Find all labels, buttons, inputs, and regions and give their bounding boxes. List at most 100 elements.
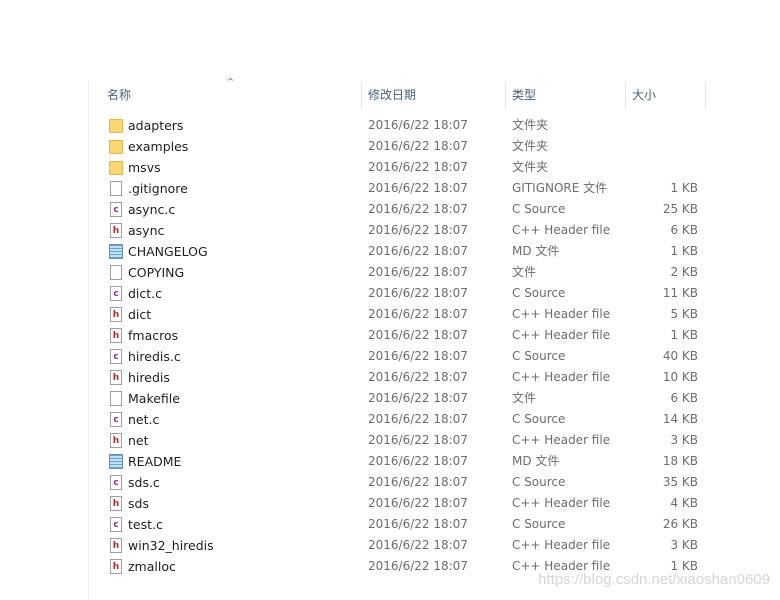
- file-type: 文件: [512, 391, 537, 405]
- file-type: C Source: [512, 517, 566, 531]
- file-row[interactable]: h net 2016/6/22 18:07 C++ Header file 3 KB: [100, 430, 710, 451]
- file-row[interactable]: h dict 2016/6/22 18:07 C++ Header file 5 KB: [100, 304, 710, 325]
- file-row[interactable]: adapters 2016/6/22 18:07 文件夹: [100, 115, 710, 136]
- file-row[interactable]: c test.c 2016/6/22 18:07 C Source 26 KB: [100, 514, 710, 535]
- header-file-icon: h: [110, 559, 122, 574]
- c-source-file-icon: c: [110, 349, 122, 364]
- file-name: msvs: [128, 160, 161, 175]
- header-file-icon: h: [110, 328, 122, 343]
- file-date: 2016/6/22 18:07: [368, 328, 468, 342]
- file-name: hiredis: [128, 370, 170, 385]
- file-size: 14 KB: [662, 412, 698, 426]
- file-date: 2016/6/22 18:07: [368, 244, 468, 258]
- file-size: 3 KB: [670, 538, 698, 552]
- file-type: 文件夹: [512, 118, 549, 132]
- file-date: 2016/6/22 18:07: [368, 496, 468, 510]
- file-row[interactable]: CHANGELOG 2016/6/22 18:07 MD 文件 1 KB: [100, 241, 710, 262]
- file-row[interactable]: h hiredis 2016/6/22 18:07 C++ Header file 10…: [100, 367, 710, 388]
- file-row[interactable]: c async.c 2016/6/22 18:07 C Source 25 KB: [100, 199, 710, 220]
- file-name: COPYING: [128, 265, 185, 280]
- file-row[interactable]: h win32_hiredis 2016/6/22 18:07 C++ Header …: [100, 535, 710, 556]
- column-header-name[interactable]: 名称: [107, 82, 131, 108]
- text-document-icon: [109, 454, 123, 469]
- column-divider[interactable]: [361, 82, 362, 108]
- file-type: C++ Header file: [512, 223, 611, 237]
- file-date: 2016/6/22 18:07: [368, 475, 468, 489]
- file-name: test.c: [128, 517, 163, 532]
- file-date: 2016/6/22 18:07: [368, 223, 468, 237]
- file-date: 2016/6/22 18:07: [368, 433, 468, 447]
- file-name: hiredis.c: [128, 349, 181, 364]
- file-row[interactable]: h fmacros 2016/6/22 18:07 C++ Header file 1 …: [100, 325, 710, 346]
- file-type: C Source: [512, 286, 566, 300]
- file-date: 2016/6/22 18:07: [368, 202, 468, 216]
- file-name: CHANGELOG: [128, 244, 208, 259]
- file-type: 文件夹: [512, 139, 549, 153]
- file-type: MD 文件: [512, 244, 560, 258]
- file-row[interactable]: c net.c 2016/6/22 18:07 C Source 14 KB: [100, 409, 710, 430]
- file-name: sds.c: [128, 475, 160, 490]
- file-type: GITIGNORE 文件: [512, 181, 608, 195]
- file-size: 4 KB: [670, 496, 698, 510]
- file-row[interactable]: COPYING 2016/6/22 18:07 文件 2 KB: [100, 262, 710, 283]
- file-size: 35 KB: [662, 475, 698, 489]
- folder-icon: [109, 161, 123, 175]
- c-source-file-icon: c: [110, 517, 122, 532]
- file-type: C++ Header file: [512, 370, 611, 384]
- file-icon: [110, 391, 122, 406]
- file-name: net: [128, 433, 149, 448]
- file-date: 2016/6/22 18:07: [368, 454, 468, 468]
- file-size: 6 KB: [670, 391, 698, 405]
- file-date: 2016/6/22 18:07: [368, 181, 468, 195]
- file-name: Makefile: [128, 391, 180, 406]
- file-row[interactable]: msvs 2016/6/22 18:07 文件夹: [100, 157, 710, 178]
- file-name: examples: [128, 139, 189, 154]
- file-type: C Source: [512, 349, 566, 363]
- file-date: 2016/6/22 18:07: [368, 370, 468, 384]
- header-file-icon: h: [110, 538, 122, 553]
- file-type: 文件夹: [512, 160, 549, 174]
- file-type: C++ Header file: [512, 496, 611, 510]
- file-row[interactable]: c dict.c 2016/6/22 18:07 C Source 11 KB: [100, 283, 710, 304]
- c-source-file-icon: c: [110, 475, 122, 490]
- file-size: 5 KB: [670, 307, 698, 321]
- sort-ascending-icon: ⌃: [226, 76, 236, 89]
- column-divider[interactable]: [625, 82, 626, 108]
- column-header-type[interactable]: 类型: [512, 82, 536, 108]
- column-header-size[interactable]: 大小: [632, 82, 656, 108]
- file-name: dict.c: [128, 286, 163, 301]
- column-divider[interactable]: [505, 82, 506, 108]
- file-type: C Source: [512, 475, 566, 489]
- header-file-icon: h: [110, 496, 122, 511]
- file-name: README: [128, 454, 182, 469]
- header-file-icon: h: [110, 223, 122, 238]
- text-document-icon: [109, 244, 123, 259]
- file-size: 2 KB: [670, 265, 698, 279]
- file-row[interactable]: .gitignore 2016/6/22 18:07 GITIGNORE 文件 1 K…: [100, 178, 710, 199]
- c-source-file-icon: c: [110, 412, 122, 427]
- file-date: 2016/6/22 18:07: [368, 139, 468, 153]
- file-row[interactable]: Makefile 2016/6/22 18:07 文件 6 KB: [100, 388, 710, 409]
- file-date: 2016/6/22 18:07: [368, 118, 468, 132]
- file-name: async: [128, 223, 165, 238]
- file-date: 2016/6/22 18:07: [368, 559, 468, 573]
- file-name: sds: [128, 496, 149, 511]
- file-size: 11 KB: [662, 286, 698, 300]
- file-row[interactable]: README 2016/6/22 18:07 MD 文件 18 KB: [100, 451, 710, 472]
- file-size: 3 KB: [670, 433, 698, 447]
- file-size: 1 KB: [670, 328, 698, 342]
- file-row[interactable]: c sds.c 2016/6/22 18:07 C Source 35 KB: [100, 472, 710, 493]
- file-row[interactable]: examples 2016/6/22 18:07 文件夹: [100, 136, 710, 157]
- file-row[interactable]: h sds 2016/6/22 18:07 C++ Header file 4 KB: [100, 493, 710, 514]
- pane-border: [88, 80, 89, 600]
- file-row[interactable]: c hiredis.c 2016/6/22 18:07 C Source 40 KB: [100, 346, 710, 367]
- file-row[interactable]: h async 2016/6/22 18:07 C++ Header file 6 KB: [100, 220, 710, 241]
- column-divider[interactable]: [705, 82, 706, 108]
- file-type: C++ Header file: [512, 307, 611, 321]
- file-size: 18 KB: [662, 454, 698, 468]
- file-name: adapters: [128, 118, 184, 133]
- file-icon: [110, 265, 122, 280]
- column-header-date[interactable]: 修改日期: [368, 82, 416, 108]
- file-size: 1 KB: [670, 181, 698, 195]
- file-name: net.c: [128, 412, 160, 427]
